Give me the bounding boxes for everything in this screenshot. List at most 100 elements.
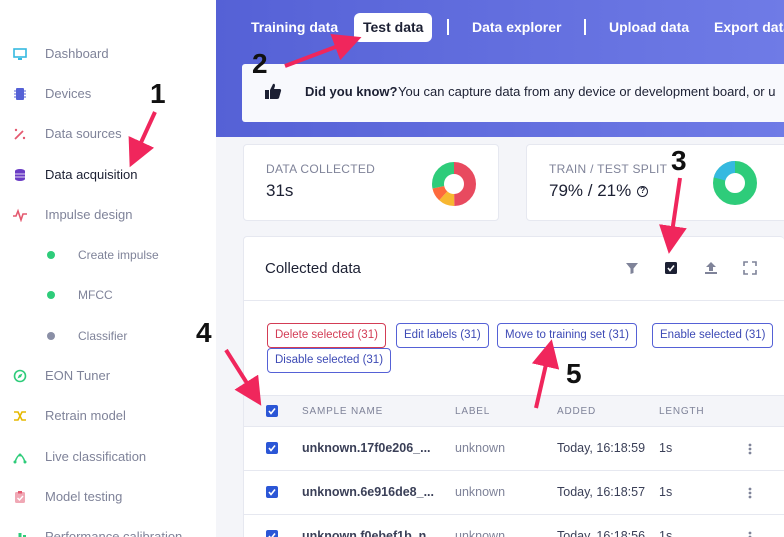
sidebar-item-devices[interactable]: Devices: [0, 79, 216, 109]
sample-label: unknown: [455, 441, 506, 455]
sidebar-item-dashboard[interactable]: Dashboard: [0, 39, 216, 69]
sidebar-item-label: Performance calibration: [45, 529, 183, 537]
select-mode-checkbox-icon[interactable]: [664, 261, 678, 275]
sidebar-item-retrain-model[interactable]: Retrain model: [0, 401, 216, 431]
delete-selected-button[interactable]: Delete selected (31): [267, 323, 386, 348]
sidebar-item-label: Devices: [45, 86, 92, 101]
enable-selected-button[interactable]: Enable selected (31): [652, 323, 774, 348]
sidebar-item-live-classification[interactable]: Live classification: [0, 442, 216, 472]
sidebar-item-data-acquisition[interactable]: Data acquisition: [0, 160, 216, 190]
sidebar: Dashboard Devices Data sources Data acqu…: [0, 0, 216, 537]
sidebar-item-label: Data sources: [45, 126, 122, 141]
sidebar-item-label: Model testing: [45, 489, 123, 504]
sample-length: 1s: [659, 529, 673, 537]
sample-added: Today, 16:18:59: [557, 441, 646, 455]
table-row[interactable]: unknown.6e916de8_... unknown Today, 16:1…: [244, 471, 784, 515]
sidebar-item-label: Data acquisition: [45, 167, 138, 182]
clipboard-check-icon: [12, 489, 28, 505]
table-row[interactable]: unknown.f0ebef1b_n... unknown Today, 16:…: [244, 515, 784, 537]
tab-data-explorer[interactable]: Data explorer: [472, 13, 561, 42]
data-collected-value: 31s: [266, 181, 294, 200]
status-dot-icon: [47, 251, 55, 259]
divider: [244, 300, 784, 301]
page-header: Training data Test data Data explorer Up…: [216, 0, 784, 137]
annotation-number-5: 5: [566, 358, 582, 389]
train-test-split-value: 79% / 21%?: [549, 181, 649, 201]
upload-icon[interactable]: [704, 261, 718, 275]
sidebar-item-label: Retrain model: [45, 408, 126, 423]
tip-title: Did you know?: [305, 84, 398, 99]
shuffle-icon: [12, 408, 28, 424]
split-donut: [713, 161, 757, 205]
train-test-split-card: TRAIN / TEST SPLIT 79% / 21%?: [526, 144, 784, 221]
tab-separator: [584, 19, 586, 35]
sample-length: 1s: [659, 441, 673, 455]
row-menu-icon[interactable]: [748, 486, 752, 500]
sample-name[interactable]: unknown.17f0e206_...: [302, 441, 431, 455]
label-distribution-donut: [432, 162, 476, 206]
collected-data-panel: Collected data Delete selected (31) Edit…: [243, 236, 784, 537]
chip-icon: [12, 86, 28, 102]
sidebar-item-label: Impulse design: [45, 207, 133, 222]
table-row[interactable]: unknown.17f0e206_... unknown Today, 16:1…: [244, 427, 784, 471]
column-header-sample-name[interactable]: SAMPLE NAME: [302, 406, 383, 417]
annotation-number-3: 3: [671, 145, 687, 176]
tab-export-data[interactable]: Export data: [714, 13, 784, 42]
pulse-icon: [12, 207, 28, 223]
annotation-number-2: 2: [252, 48, 268, 79]
row-checkbox[interactable]: [266, 530, 278, 537]
help-icon[interactable]: ?: [637, 186, 649, 198]
annotation-number-4: 4: [196, 317, 212, 348]
edit-labels-button[interactable]: Edit labels (31): [396, 323, 489, 348]
tab-training-data[interactable]: Training data: [251, 13, 338, 42]
data-collected-label: DATA COLLECTED: [266, 162, 376, 176]
sidebar-item-mfcc[interactable]: MFCC: [0, 280, 216, 310]
sample-label: unknown: [455, 529, 506, 537]
sidebar-item-label: Dashboard: [45, 46, 109, 61]
row-menu-icon[interactable]: [748, 442, 752, 456]
train-test-split-label: TRAIN / TEST SPLIT: [549, 162, 668, 176]
sample-name[interactable]: unknown.6e916de8_...: [302, 485, 434, 499]
compass-icon: [12, 368, 28, 384]
database-icon: [12, 167, 28, 183]
sidebar-item-create-impulse[interactable]: Create impulse: [0, 240, 216, 270]
table-header: SAMPLE NAME LABEL ADDED LENGTH: [244, 395, 784, 427]
sample-label: unknown: [455, 485, 506, 499]
sidebar-item-data-sources[interactable]: Data sources: [0, 119, 216, 149]
tab-test-data[interactable]: Test data: [354, 13, 433, 42]
select-all-checkbox[interactable]: [266, 405, 278, 417]
row-checkbox[interactable]: [266, 486, 278, 498]
sample-name[interactable]: unknown.f0ebef1b_n...: [302, 529, 437, 537]
sidebar-item-performance-calibration[interactable]: Performance calibration: [0, 522, 216, 537]
graph-icon: [12, 449, 28, 465]
disable-selected-button[interactable]: Disable selected (31): [267, 348, 392, 373]
panel-title: Collected data: [265, 260, 361, 277]
magic-wand-icon: [12, 126, 28, 142]
tab-upload-data[interactable]: Upload data: [609, 13, 689, 42]
tab-separator: [447, 19, 449, 35]
column-header-length[interactable]: LENGTH: [659, 406, 704, 417]
sidebar-item-impulse-design[interactable]: Impulse design: [0, 200, 216, 230]
thumbs-up-icon: [264, 82, 282, 100]
filter-icon[interactable]: [625, 261, 639, 275]
status-dot-icon: [47, 332, 55, 340]
tip-text: You can capture data from any device or …: [398, 84, 776, 99]
row-menu-icon[interactable]: [748, 530, 752, 537]
sidebar-item-label: MFCC: [78, 288, 113, 302]
expand-icon[interactable]: [743, 261, 757, 275]
sidebar-item-model-testing[interactable]: Model testing: [0, 482, 216, 512]
row-checkbox[interactable]: [266, 442, 278, 454]
column-header-added[interactable]: ADDED: [557, 406, 596, 417]
sidebar-item-classifier[interactable]: Classifier: [0, 321, 216, 351]
annotation-number-1: 1: [150, 78, 166, 109]
sidebar-item-label: Create impulse: [78, 248, 159, 262]
bar-chart-icon: [12, 529, 28, 537]
split-value-text: 79% / 21%: [549, 181, 632, 200]
sidebar-item-label: Classifier: [78, 329, 128, 343]
monitor-icon: [12, 46, 28, 62]
sidebar-item-eon-tuner[interactable]: EON Tuner: [0, 361, 216, 391]
column-header-label[interactable]: LABEL: [455, 406, 490, 417]
sidebar-item-label: EON Tuner: [45, 368, 111, 383]
tip-banner: Did you know? You can capture data from …: [242, 64, 784, 122]
move-to-training-set-button[interactable]: Move to training set (31): [497, 323, 638, 348]
